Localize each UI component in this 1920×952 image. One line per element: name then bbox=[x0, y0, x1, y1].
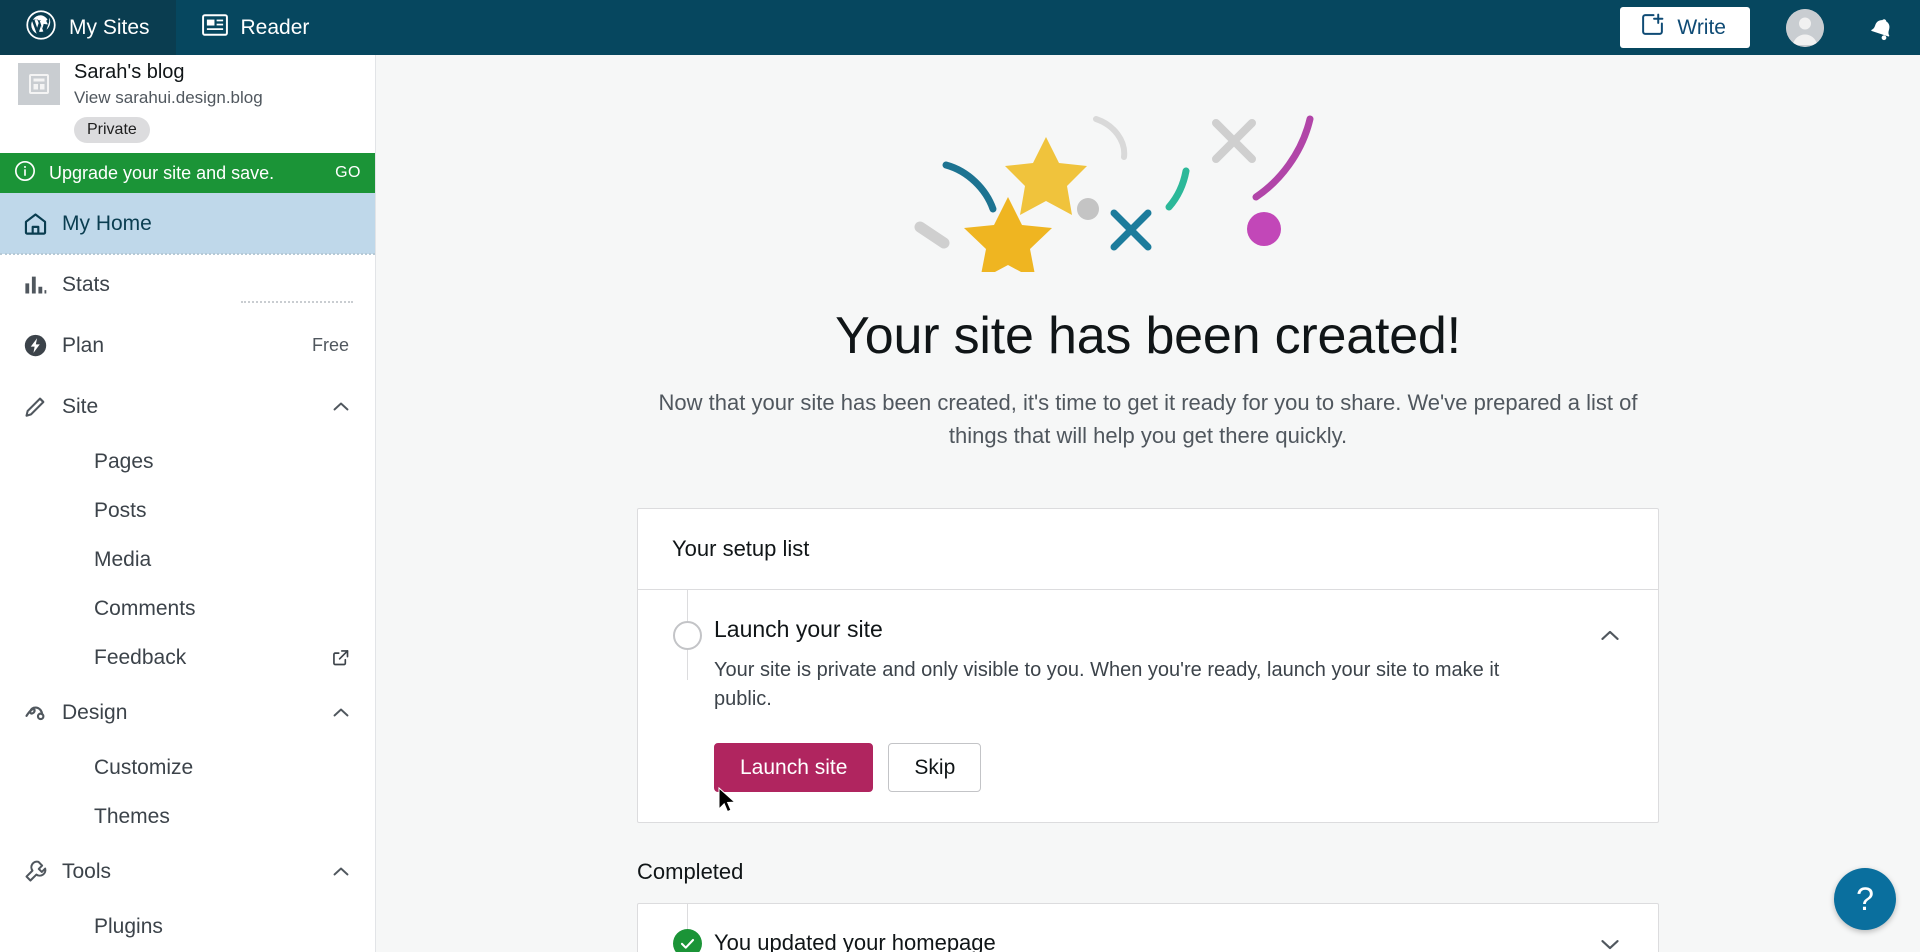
sidebar-item-customize-label: Customize bbox=[94, 755, 194, 779]
mouse-cursor bbox=[718, 786, 740, 822]
sidebar-item-pages-label: Pages bbox=[94, 449, 154, 473]
masterbar-right-group: Write bbox=[1620, 0, 1920, 55]
wrench-icon bbox=[22, 858, 62, 885]
upgrade-banner[interactable]: Upgrade your site and save. GO bbox=[0, 153, 375, 193]
design-icon bbox=[22, 699, 62, 726]
write-button[interactable]: Write bbox=[1620, 7, 1750, 48]
site-meta: Sarah's blog View sarahui.design.blog Pr… bbox=[74, 61, 263, 143]
setup-list-card: Your setup list Launch your site Your si… bbox=[637, 508, 1659, 823]
sidebar-item-feedback[interactable]: Feedback bbox=[0, 633, 375, 682]
chevron-up-icon[interactable] bbox=[1576, 616, 1624, 655]
wordpress-dashboard: My Sites Reader Write Sarah's blog View … bbox=[0, 0, 1920, 952]
sidebar-item-plugins-label: Plugins bbox=[94, 914, 163, 938]
site-thumbnail-icon bbox=[18, 63, 60, 105]
sidebar-item-comments[interactable]: Comments bbox=[0, 584, 375, 633]
sidebar-item-plan-label: Plan bbox=[62, 333, 105, 357]
status-badge: Private bbox=[74, 117, 150, 143]
plan-icon bbox=[22, 332, 62, 359]
sidebar-item-stats-label: Stats bbox=[62, 272, 110, 296]
task-title: Launch your site bbox=[714, 616, 883, 642]
sidebar-item-posts-label: Posts bbox=[94, 498, 147, 522]
help-icon: ? bbox=[1856, 880, 1874, 917]
sidebar-item-tools-label: Tools bbox=[62, 859, 112, 883]
task-rail bbox=[662, 590, 714, 680]
page-subtitle: Now that your site has been created, it'… bbox=[658, 390, 1638, 448]
sidebar-item-media-label: Media bbox=[94, 547, 152, 571]
external-link-icon bbox=[330, 647, 353, 668]
page-title: Your site has been created! bbox=[835, 307, 1461, 365]
sidebar-item-stats[interactable]: Stats bbox=[0, 254, 375, 315]
sidebar-item-customize[interactable]: Customize bbox=[0, 743, 375, 792]
sidebar-item-my-home[interactable]: My Home bbox=[0, 193, 375, 255]
setup-list-title: Your setup list bbox=[638, 509, 1658, 590]
masterbar-spacer bbox=[335, 0, 1620, 55]
sidebar-item-posts[interactable]: Posts bbox=[0, 486, 375, 535]
pencil-icon bbox=[22, 393, 62, 420]
chevron-up-icon[interactable] bbox=[329, 860, 353, 884]
chevron-down-icon[interactable] bbox=[1576, 924, 1624, 952]
sidebar-item-themes-label: Themes bbox=[94, 804, 170, 828]
task-body: Launch your site Your site is private an… bbox=[714, 616, 1576, 792]
sidebar-item-feedback-label: Feedback bbox=[94, 645, 187, 669]
task-status-complete-icon bbox=[673, 928, 702, 952]
main-content: Your site has been created! Now that you… bbox=[376, 55, 1920, 952]
upgrade-go-link[interactable]: GO bbox=[335, 164, 361, 182]
masterbar-reader-label: Reader bbox=[240, 15, 310, 39]
sidebar-item-tools[interactable]: Tools bbox=[0, 841, 375, 902]
chevron-up-icon[interactable] bbox=[329, 701, 353, 725]
sidebar-item-plan-value: Free bbox=[311, 335, 349, 355]
wordpress-logo-icon bbox=[26, 9, 56, 46]
task-actions: Launch site Skip bbox=[714, 742, 1576, 792]
sidebar-item-site[interactable]: Site bbox=[0, 376, 375, 437]
completed-tasks-card: You updated your homepage You created a … bbox=[637, 902, 1659, 952]
stats-sparkline bbox=[241, 301, 353, 303]
task-updated-homepage[interactable]: You updated your homepage bbox=[638, 902, 1658, 952]
stats-icon bbox=[22, 271, 62, 298]
sidebar-item-design-label: Design bbox=[62, 700, 128, 724]
chevron-up-icon[interactable] bbox=[329, 395, 353, 419]
help-button[interactable]: ? bbox=[1834, 868, 1896, 930]
task-rail bbox=[662, 902, 714, 952]
masterbar-my-sites[interactable]: My Sites bbox=[0, 0, 176, 55]
avatar[interactable] bbox=[1786, 8, 1824, 47]
completed-section-label: Completed bbox=[637, 858, 744, 884]
celebration-illustration bbox=[376, 55, 1920, 272]
write-button-label: Write bbox=[1677, 15, 1726, 39]
sidebar-item-plan[interactable]: Plan Free bbox=[0, 315, 375, 376]
notifications-bell-icon[interactable] bbox=[1868, 13, 1898, 43]
sidebar-nav: My Home Stats Plan Free Site Pages Posts… bbox=[0, 193, 375, 951]
launch-site-button[interactable]: Launch site bbox=[714, 742, 874, 792]
site-name: Sarah's blog bbox=[74, 61, 185, 83]
site-header[interactable]: Sarah's blog View sarahui.design.blog Pr… bbox=[0, 55, 375, 153]
masterbar-my-sites-label: My Sites bbox=[69, 15, 150, 39]
task-status-incomplete-icon bbox=[673, 621, 702, 650]
sidebar-item-media[interactable]: Media bbox=[0, 535, 375, 584]
home-icon bbox=[22, 210, 62, 237]
sidebar-item-comments-label: Comments bbox=[94, 596, 196, 620]
masterbar-reader[interactable]: Reader bbox=[176, 0, 336, 55]
task-description: Your site is private and only visible to… bbox=[714, 658, 1500, 711]
sidebar-item-my-home-label: My Home bbox=[62, 211, 152, 235]
sidebar-item-plugins[interactable]: Plugins bbox=[0, 902, 375, 951]
site-url[interactable]: View sarahui.design.blog bbox=[74, 88, 263, 108]
masterbar: My Sites Reader Write bbox=[0, 0, 1920, 55]
skip-button[interactable]: Skip bbox=[888, 742, 982, 792]
sidebar-item-themes[interactable]: Themes bbox=[0, 792, 375, 841]
info-icon bbox=[14, 160, 36, 187]
sidebar: Sarah's blog View sarahui.design.blog Pr… bbox=[0, 55, 376, 952]
task-launch-your-site[interactable]: Launch your site Your site is private an… bbox=[638, 590, 1658, 822]
sidebar-item-pages[interactable]: Pages bbox=[0, 437, 375, 486]
sidebar-item-site-label: Site bbox=[62, 394, 99, 418]
sidebar-item-design[interactable]: Design bbox=[0, 682, 375, 743]
write-icon bbox=[1640, 12, 1665, 43]
upgrade-banner-label: Upgrade your site and save. bbox=[49, 162, 275, 183]
reader-icon bbox=[201, 13, 228, 43]
task-title: You updated your homepage bbox=[714, 930, 996, 952]
